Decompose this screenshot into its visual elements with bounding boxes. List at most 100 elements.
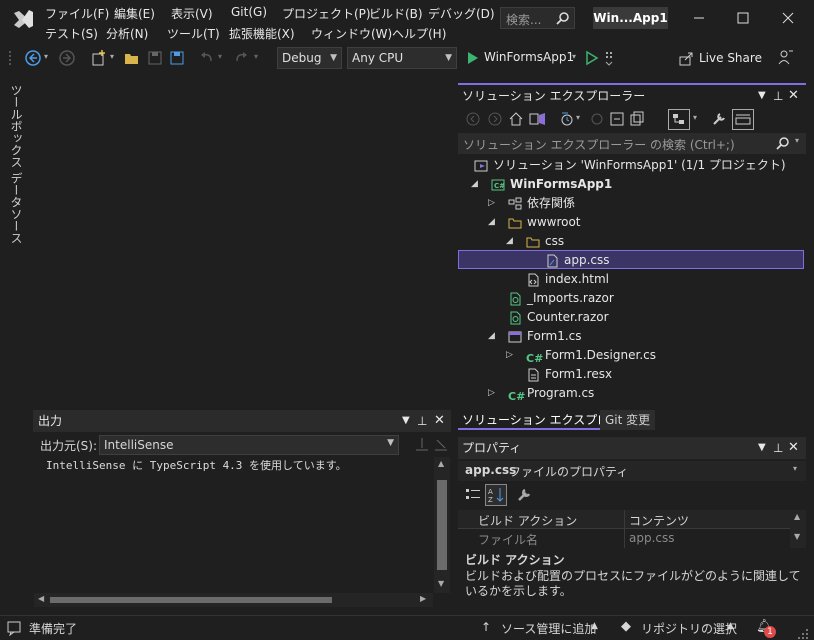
run-dropdown-icon[interactable]: ▾ [572,52,576,61]
panel-close-icon[interactable]: ✕ [788,85,799,107]
scroll-down-icon[interactable]: ▼ [438,579,444,588]
tree-item-css-folder[interactable]: ◢ css [458,232,804,251]
collapsed-caret-icon[interactable]: ▷ [506,346,513,365]
filter-dropdown-icon[interactable]: ▾ [576,113,580,122]
categorized-icon[interactable] [464,486,482,504]
panel-close-icon[interactable]: ✕ [434,410,445,432]
tree-item-project[interactable]: ◢ C# WinFormsApp1 [458,175,804,194]
menu-view[interactable]: 表示(V) [171,5,213,22]
menu-file[interactable]: ファイル(F) [45,5,109,22]
output-window-icon[interactable] [6,620,22,636]
expanded-caret-icon[interactable]: ◢ [506,232,513,251]
pending-changes-filter-icon[interactable] [559,111,575,127]
tree-item-form1-designer-cs[interactable]: ▷ C# Form1.Designer.cs [458,346,804,365]
preview-selected-button[interactable] [668,109,690,130]
scroll-right-icon[interactable]: ▶ [420,594,426,603]
notifications-button[interactable]: 🔔︎ 1 [756,619,778,638]
home-icon[interactable] [508,111,524,127]
tab-git-changes[interactable]: Git 変更 [600,410,656,430]
navigate-back-icon[interactable] [24,49,42,67]
tree-item-counter-razor[interactable]: Counter.razor [458,308,804,327]
tree-item-solution[interactable]: ソリューション 'WinFormsApp1' (1/1 プロジェクト) [458,156,804,175]
toolbox-tab[interactable]: ツールボックス [8,84,25,168]
expanded-caret-icon[interactable]: ◢ [488,327,495,346]
back-dropdown-icon[interactable]: ▾ [44,52,48,61]
tree-item-imports-razor[interactable]: _Imports.razor [458,289,804,308]
solution-configuration-combo[interactable]: Debug ▼ [277,47,342,69]
undo-dropdown-icon[interactable]: ▾ [218,52,222,61]
tree-item-form1-resx[interactable]: Form1.resx [458,365,804,384]
switch-views-icon[interactable] [529,111,547,127]
back-icon[interactable] [465,111,481,127]
property-row-build-action[interactable]: ビルド アクション コンテンツ [458,510,790,529]
collapsed-caret-icon[interactable]: ▷ [488,384,495,403]
redo-dropdown-icon[interactable]: ▾ [254,52,258,61]
navigate-forward-icon[interactable] [58,49,76,67]
tree-item-program-cs[interactable]: ▷ C# Program.cs [458,384,804,403]
menu-project[interactable]: プロジェクト(P) [282,5,371,22]
property-value[interactable]: コンテンツ [629,512,689,529]
tree-item-dependencies[interactable]: ▷ 依存関係 [458,194,804,213]
new-dropdown-icon[interactable]: ▾ [110,52,114,61]
visual-studio-logo-icon[interactable] [10,6,36,32]
menu-edit[interactable]: 編集(E) [114,5,155,22]
tree-item-form1-cs[interactable]: ◢ Form1.cs [458,327,804,346]
horizontal-scroll-thumb[interactable] [50,597,332,603]
tree-item-index-html[interactable]: index.html [458,270,804,289]
search-options-icon[interactable]: ▾ [795,136,799,145]
window-position-dropdown-icon[interactable]: ▼ [758,437,766,459]
start-without-debugging-icon[interactable] [585,50,599,66]
window-position-dropdown-icon[interactable]: ▼ [758,85,766,107]
forward-icon[interactable] [487,111,503,127]
pin-icon[interactable]: ⊥ [773,85,783,107]
menu-build[interactable]: ビルド(B) [369,5,423,22]
data-sources-tab[interactable]: データソース [8,172,25,244]
preview-dropdown-icon[interactable]: ▾ [693,113,697,122]
output-vertical-scrollbar[interactable]: ▲ ▼ [434,457,450,593]
scroll-down-icon[interactable]: ▼ [794,532,800,541]
property-pages-wrench-icon[interactable] [515,486,533,504]
search-box[interactable]: 検索... [500,7,575,29]
resize-grip-icon[interactable] [797,628,809,640]
expanded-caret-icon[interactable]: ◢ [488,213,495,232]
vertical-scroll-thumb[interactable] [437,480,447,570]
tree-item-app-css[interactable]: app.css [458,250,804,269]
menu-analyze[interactable]: 分析(N) [106,25,148,42]
new-project-icon[interactable] [90,49,108,67]
minimize-icon[interactable] [684,6,714,30]
redo-icon[interactable] [232,49,250,67]
find-message-icon[interactable] [413,436,431,454]
tree-item-wwwroot[interactable]: ◢ wwwroot [458,213,804,232]
undo-icon[interactable] [198,49,216,67]
menu-git[interactable]: Git(G) [231,5,267,19]
sync-icon[interactable] [589,111,605,127]
property-row-file-name[interactable]: ファイル名 app.css [458,529,790,548]
solution-platform-combo[interactable]: Any CPU ▼ [347,47,457,69]
output-source-combo[interactable]: IntelliSense ▼ [99,435,399,455]
collapsed-caret-icon[interactable]: ▷ [488,194,495,213]
collapse-all-icon[interactable] [609,111,625,127]
menu-tools[interactable]: ツール(T) [167,25,220,42]
maximize-icon[interactable] [728,6,758,30]
output-horizontal-scrollbar[interactable]: ◀ ▶ [34,593,433,607]
scroll-up-icon[interactable]: ▲ [794,512,800,521]
properties-object-selector[interactable]: app.css ファイルのプロパティ ▾ [458,461,806,481]
scroll-up-icon[interactable]: ▲ [438,459,444,468]
close-icon[interactable] [773,6,803,30]
open-folder-icon[interactable] [123,49,141,67]
save-all-icon[interactable] [168,49,186,67]
feedback-icon[interactable] [776,48,794,66]
window-position-dropdown-icon[interactable]: ▼ [402,410,410,432]
toggle-pane-button[interactable] [732,109,754,130]
alphabetical-sort-button[interactable]: AZ [485,484,507,506]
toolbar-overflow-icon[interactable] [604,50,614,68]
expanded-caret-icon[interactable]: ◢ [471,175,478,194]
properties-wrench-icon[interactable] [711,111,727,127]
menu-test[interactable]: テスト(S) [45,25,98,42]
panel-close-icon[interactable]: ✕ [788,437,799,459]
menu-debug[interactable]: デバッグ(D) [428,5,495,22]
output-text-area[interactable]: IntelliSense に TypeScript 4.3 を使用しています。 [34,457,433,593]
pin-icon[interactable]: ⊥ [417,410,427,432]
save-icon[interactable] [146,49,164,67]
pin-icon[interactable]: ⊥ [773,437,783,459]
